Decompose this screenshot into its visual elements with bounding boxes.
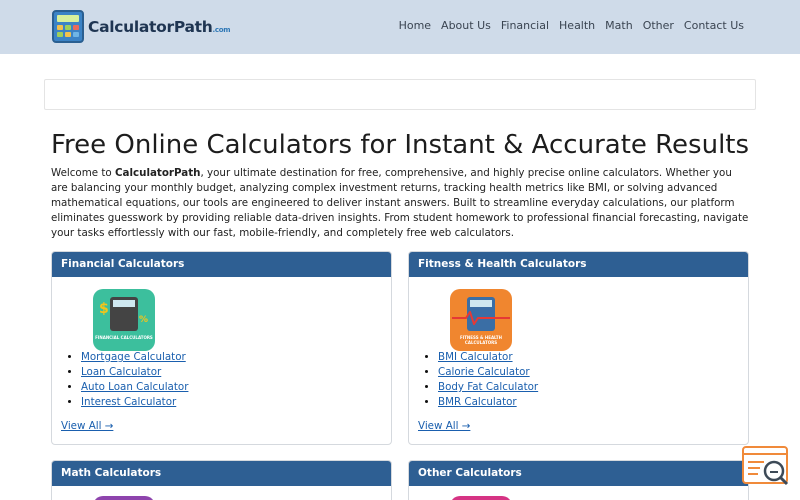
- list-item: Mortgage Calculator: [81, 350, 188, 365]
- view-all-health[interactable]: View All →: [418, 420, 470, 432]
- link-loan-calculator[interactable]: Loan Calculator: [81, 366, 161, 378]
- link-calorie-calculator[interactable]: Calorie Calculator: [438, 366, 530, 378]
- link-interest-calculator[interactable]: Interest Calculator: [81, 396, 176, 408]
- card-other: Other Calculators: [408, 460, 749, 500]
- nav-math[interactable]: Math: [605, 19, 633, 32]
- main-nav: Home About Us Financial Health Math Othe…: [389, 19, 744, 32]
- card-fitness-health: Fitness & Health Calculators FITNESS & H…: [408, 251, 749, 445]
- nav-health[interactable]: Health: [559, 19, 595, 32]
- intro-brand: CalculatorPath: [114, 167, 201, 179]
- brand-name: CalculatorPath.com: [88, 17, 231, 36]
- link-auto-loan-calculator[interactable]: Auto Loan Calculator: [81, 381, 188, 393]
- page-title: Free Online Calculators for Instant & Ac…: [50, 130, 750, 160]
- list-item: Auto Loan Calculator: [81, 380, 188, 395]
- list-item: Interest Calculator: [81, 395, 188, 410]
- card-title: Math Calculators: [52, 461, 391, 486]
- site-header: CalculatorPath.com Home About Us Financi…: [0, 0, 800, 54]
- calculator-links: BMI Calculator Calorie Calculator Body F…: [438, 350, 538, 410]
- list-item: Loan Calculator: [81, 365, 188, 380]
- card-title: Fitness & Health Calculators: [409, 252, 748, 277]
- floating-search-icon[interactable]: [742, 446, 790, 490]
- list-item: BMR Calculator: [438, 395, 538, 410]
- card-title: Financial Calculators: [52, 252, 391, 277]
- health-calculator-icon: FITNESS & HEALTH CALCULATORS: [450, 289, 512, 351]
- card-title: Other Calculators: [409, 461, 748, 486]
- ad-placeholder: [44, 79, 756, 110]
- link-bmr-calculator[interactable]: BMR Calculator: [438, 396, 517, 408]
- card-financial: Financial Calculators $ % FINANCIAL CALC…: [51, 251, 392, 445]
- card-math: Math Calculators: [51, 460, 392, 500]
- calculator-logo-icon: [52, 10, 84, 43]
- nav-other[interactable]: Other: [643, 19, 674, 32]
- link-body-fat-calculator[interactable]: Body Fat Calculator: [438, 381, 538, 393]
- list-item: Body Fat Calculator: [438, 380, 538, 395]
- nav-about[interactable]: About Us: [441, 19, 491, 32]
- math-calculator-icon: [93, 496, 155, 500]
- nav-home[interactable]: Home: [399, 19, 431, 32]
- link-bmi-calculator[interactable]: BMI Calculator: [438, 351, 513, 363]
- financial-calculator-icon: $ % FINANCIAL CALCULATORS: [93, 289, 155, 351]
- link-mortgage-calculator[interactable]: Mortgage Calculator: [81, 351, 186, 363]
- calculator-links: Mortgage Calculator Loan Calculator Auto…: [81, 350, 188, 410]
- nav-financial[interactable]: Financial: [501, 19, 549, 32]
- site-logo[interactable]: CalculatorPath.com: [52, 10, 231, 43]
- list-item: BMI Calculator: [438, 350, 538, 365]
- nav-contact[interactable]: Contact Us: [684, 19, 744, 32]
- intro-paragraph: Welcome to CalculatorPath, your ultimate…: [51, 167, 749, 239]
- other-calculator-icon: [450, 496, 512, 500]
- list-item: Calorie Calculator: [438, 365, 538, 380]
- view-all-financial[interactable]: View All →: [61, 420, 113, 432]
